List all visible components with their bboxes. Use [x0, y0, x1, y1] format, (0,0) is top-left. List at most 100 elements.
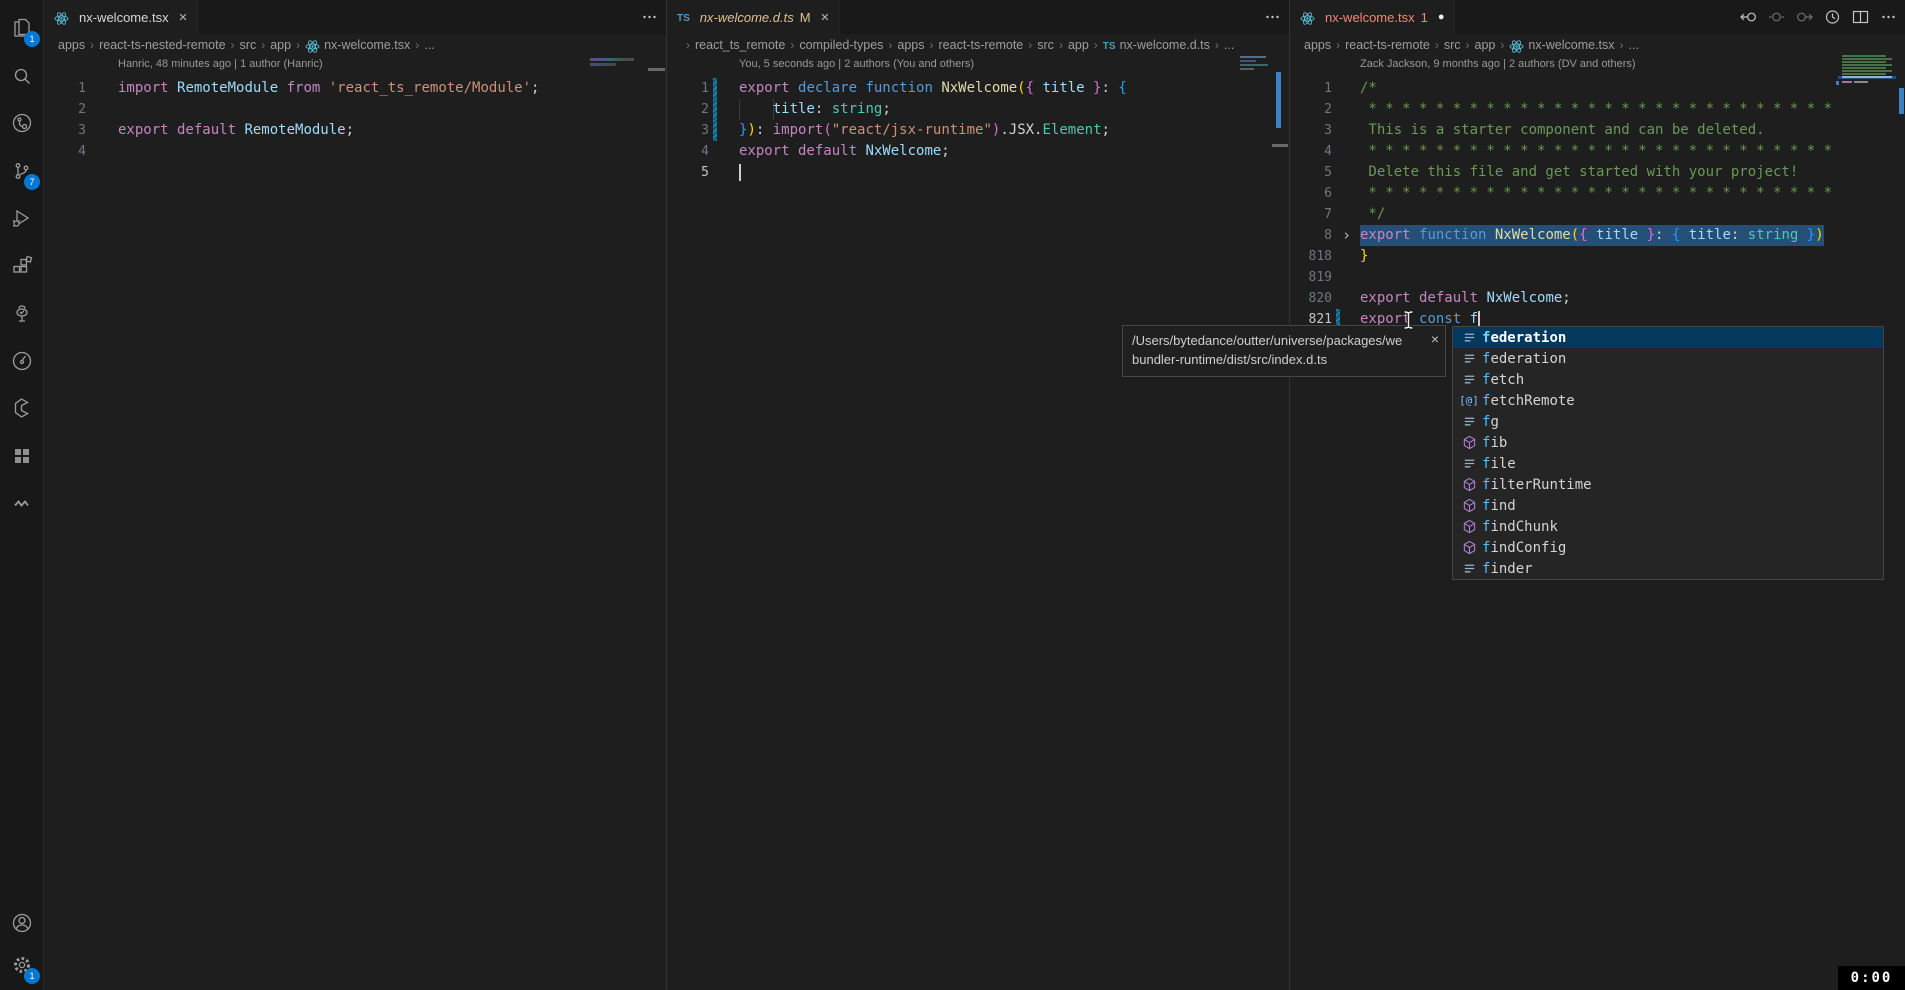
code-line[interactable]: 1/* [1290, 78, 1905, 99]
more-icon[interactable] [1879, 8, 1897, 26]
breadcrumb-item[interactable]: apps [1304, 38, 1331, 52]
suggestion-item-federation[interactable]: federation [1453, 327, 1883, 348]
code-line[interactable]: 4export default NxWelcome; [667, 141, 1289, 162]
code-line[interactable]: 7 */ [1290, 204, 1905, 225]
tab-nx-welcome.d.ts[interactable]: TSnx-welcome.d.tsM× [667, 0, 840, 34]
method-suggestion-icon [1459, 540, 1479, 555]
suggestion-item-fib[interactable]: fib [1453, 432, 1883, 453]
react-file-icon [54, 11, 69, 26]
breadcrumb-separator: › [1620, 38, 1624, 52]
code-line[interactable]: 2 * * * * * * * * * * * * * * * * * * * … [1290, 99, 1905, 120]
suggestion-item-find[interactable]: find [1453, 495, 1883, 516]
prev-change-icon[interactable] [1739, 8, 1757, 26]
code-line[interactable]: 3 This is a starter component and can be… [1290, 120, 1905, 141]
breadcrumb-item[interactable]: nx-welcome.tsx [324, 38, 410, 52]
breadcrumb-item[interactable]: react-ts-nested-remote [99, 38, 225, 52]
line-number: 3 [46, 120, 86, 141]
tooltip-close-icon[interactable]: × [1431, 330, 1439, 349]
settings-gear-icon[interactable]: 1 [0, 942, 44, 988]
breadcrumb-item[interactable]: app [1475, 38, 1496, 52]
tab-close-icon[interactable]: × [821, 9, 830, 26]
line-number: 1 [1292, 78, 1332, 99]
gutter-modified-indicator [713, 99, 717, 120]
codelens-blame[interactable]: Hanric, 48 minutes ago | 1 author (Hanri… [118, 58, 323, 76]
code-line[interactable]: 5 Delete this file and get started with … [1290, 162, 1905, 183]
code-line[interactable]: 818} [1290, 246, 1905, 267]
more-icon[interactable] [640, 8, 658, 26]
breadcrumb-item[interactable]: apps [897, 38, 924, 52]
codelens-blame[interactable]: You, 5 seconds ago | 2 authors (You and … [739, 58, 974, 76]
line-number: 5 [1292, 162, 1332, 183]
more-icon[interactable] [1263, 8, 1281, 26]
breadcrumb-item[interactable]: react-ts-remote [1345, 38, 1430, 52]
breadcrumb-item[interactable]: src [240, 38, 257, 52]
mouse-ibeam-cursor [1402, 310, 1415, 330]
code-line[interactable]: 4 [44, 141, 666, 162]
breadcrumb-item[interactable]: react-ts-remote [939, 38, 1024, 52]
suggestion-item-file[interactable]: file [1453, 453, 1883, 474]
breadcrumb-item[interactable]: nx-welcome.d.ts [1120, 38, 1210, 52]
ribbon-c-icon[interactable] [0, 385, 44, 431]
code-line[interactable]: 4 * * * * * * * * * * * * * * * * * * * … [1290, 141, 1905, 162]
breadcrumb-item[interactable]: app [270, 38, 291, 52]
suggestion-item-findChunk[interactable]: findChunk [1453, 516, 1883, 537]
search-icon[interactable] [0, 53, 44, 99]
breadcrumb-item[interactable]: apps [58, 38, 85, 52]
breadcrumb-item[interactable]: src [1037, 38, 1054, 52]
line-number: 4 [46, 141, 86, 162]
line-number: 6 [1292, 183, 1332, 204]
method-suggestion-icon [1459, 477, 1479, 492]
code-line[interactable]: 3}): import("react/jsx-runtime").JSX.Ele… [667, 120, 1289, 141]
tab-nx-welcome.tsx[interactable]: nx-welcome.tsx× [44, 0, 198, 34]
code-line[interactable]: 1import RemoteModule from 'react_ts_remo… [44, 78, 666, 99]
split-editor-icon[interactable] [1851, 8, 1869, 26]
code-line[interactable]: 819 [1290, 267, 1905, 288]
suggestion-item-fetchRemote[interactable]: [@]fetchRemote [1453, 390, 1883, 411]
fold-chevron-icon[interactable]: › [1342, 225, 1351, 246]
code-line[interactable]: 5 [667, 162, 1289, 183]
source-control-icon[interactable]: 7 [0, 148, 44, 194]
breadcrumb-item[interactable]: ... [1224, 38, 1234, 52]
code-editor[interactable]: Hanric, 48 minutes ago | 1 author (Hanri… [44, 56, 666, 990]
code-line[interactable]: 8›export function NxWelcome({ title }: {… [1290, 225, 1905, 246]
code-line[interactable]: 2 [44, 99, 666, 120]
codelens-blame[interactable]: Zack Jackson, 9 months ago | 2 authors (… [1360, 58, 1636, 76]
squiggle-icon[interactable] [0, 480, 44, 526]
breadcrumb-item[interactable]: ... [424, 38, 434, 52]
pull-requests-icon[interactable] [0, 338, 44, 384]
code-line[interactable]: 820export default NxWelcome; [1290, 288, 1905, 309]
history-icon[interactable] [1823, 8, 1841, 26]
breadcrumb-item[interactable]: react_ts_remote [695, 38, 785, 52]
tab-nx-welcome.tsx[interactable]: nx-welcome.tsx1● [1290, 0, 1455, 34]
code-editor[interactable]: You, 5 seconds ago | 2 authors (You and … [667, 56, 1289, 990]
run-debug-icon[interactable] [0, 195, 44, 241]
suggestion-item-fg[interactable]: fg [1453, 411, 1883, 432]
account-icon[interactable] [0, 900, 44, 946]
line-content: */ [1360, 204, 1385, 225]
suggestion-item-finder[interactable]: finder [1453, 558, 1883, 579]
dirty-dot-icon[interactable]: ● [1438, 11, 1445, 23]
code-line[interactable]: 1export declare function NxWelcome({ tit… [667, 78, 1289, 99]
explorer-icon[interactable]: 1 [0, 5, 44, 51]
suggestion-item-findConfig[interactable]: findConfig [1453, 537, 1883, 558]
next-change-icon[interactable] [1795, 8, 1813, 26]
breadcrumb-item[interactable]: src [1444, 38, 1461, 52]
extensions-icon[interactable] [0, 243, 44, 289]
breadcrumb-item[interactable]: compiled-types [799, 38, 883, 52]
tab-close-icon[interactable]: × [179, 9, 188, 26]
suggestion-item-fetch[interactable]: fetch [1453, 369, 1883, 390]
breadcrumb-separator: › [231, 38, 235, 52]
commit-graph-icon[interactable] [0, 100, 44, 146]
breadcrumb-item[interactable]: ... [1629, 38, 1639, 52]
code-line[interactable]: 3export default RemoteModule; [44, 120, 666, 141]
breadcrumb-item[interactable]: nx-welcome.tsx [1528, 38, 1614, 52]
suggestion-item-federation[interactable]: federation [1453, 348, 1883, 369]
testing-icon[interactable] [0, 290, 44, 336]
code-line[interactable]: 6 * * * * * * * * * * * * * * * * * * * … [1290, 183, 1905, 204]
suggestion-item-filterRuntime[interactable]: filterRuntime [1453, 474, 1883, 495]
changes-icon[interactable] [1767, 8, 1785, 26]
code-line[interactable]: 2 title: string; [667, 99, 1289, 120]
breadcrumb-item[interactable]: app [1068, 38, 1089, 52]
explorer-badge: 1 [24, 31, 40, 47]
blocks-icon[interactable] [0, 433, 44, 479]
